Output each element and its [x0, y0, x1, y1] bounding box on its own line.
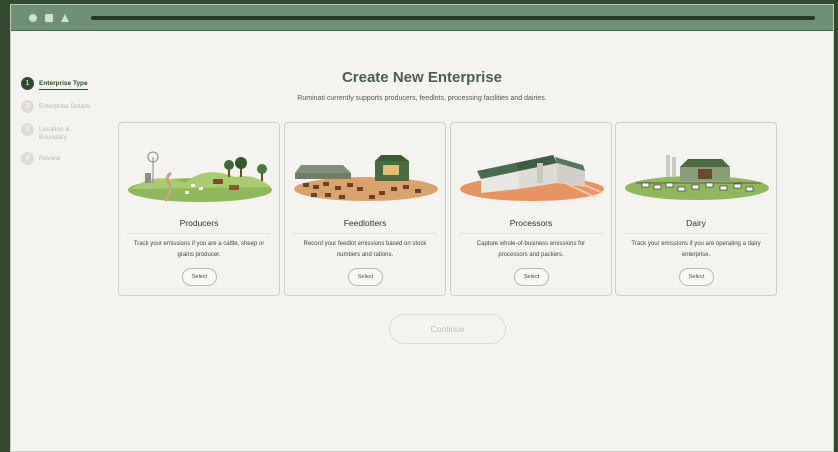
app-window: 1 Enterprise Type 2 Enterprise Details 3… [10, 4, 834, 452]
card-description: Capture whole-of-business emissions for … [476, 241, 586, 258]
card-dairy[interactable]: Dairy Track your emissions if you are op… [615, 122, 777, 296]
window-square-icon [45, 14, 53, 22]
card-divider [127, 233, 271, 234]
card-producers[interactable]: Producers Track your emissions if you ar… [118, 122, 280, 296]
card-title: Dairy [686, 218, 706, 228]
select-dairy-button[interactable]: Select [679, 268, 714, 286]
select-feedlotters-button[interactable]: Select [348, 268, 383, 286]
producers-illustration [128, 151, 272, 202]
card-divider [459, 233, 603, 234]
page-subtitle: Ruminati currently supports producers, f… [297, 95, 547, 102]
select-processors-button[interactable]: Select [514, 268, 549, 286]
step-location-boundary[interactable]: 3 Location & Boundary [21, 123, 121, 142]
step-number: 3 [21, 123, 34, 136]
card-title: Producers [179, 218, 219, 228]
step-label: Review [39, 155, 61, 162]
dairy-illustration [625, 155, 769, 200]
card-title: Feedlotters [343, 218, 387, 228]
stepper: 1 Enterprise Type 2 Enterprise Details 3… [21, 77, 121, 175]
continue-button[interactable]: Continue [389, 314, 506, 344]
window-triangle-icon [61, 14, 69, 22]
card-description: Track your emissions if you are operatin… [631, 241, 761, 258]
address-bar [91, 16, 815, 20]
page-title: Create New Enterprise [341, 69, 503, 86]
card-title: Processors [509, 218, 553, 228]
step-number: 4 [21, 152, 34, 165]
window-circle-icon [29, 14, 37, 22]
step-review[interactable]: 4 Review [21, 152, 121, 165]
card-divider [293, 233, 437, 234]
card-processors[interactable]: Processors Capture whole-of-business emi… [450, 122, 612, 296]
window-titlebar [11, 5, 833, 31]
card-divider [624, 233, 768, 234]
step-label: Location & Boundary [39, 126, 70, 141]
step-label: Enterprise Details [39, 103, 91, 110]
feedlotters-illustration [294, 155, 438, 201]
card-feedlotters[interactable]: Feedlotters Record your feedlot emission… [284, 122, 446, 296]
card-description: Record your feedlot emissions based on s… [303, 241, 427, 258]
processors-illustration [460, 155, 604, 201]
card-description: Track your emissions if you are a cattle… [133, 241, 265, 258]
select-producers-button[interactable]: Select [182, 268, 217, 286]
